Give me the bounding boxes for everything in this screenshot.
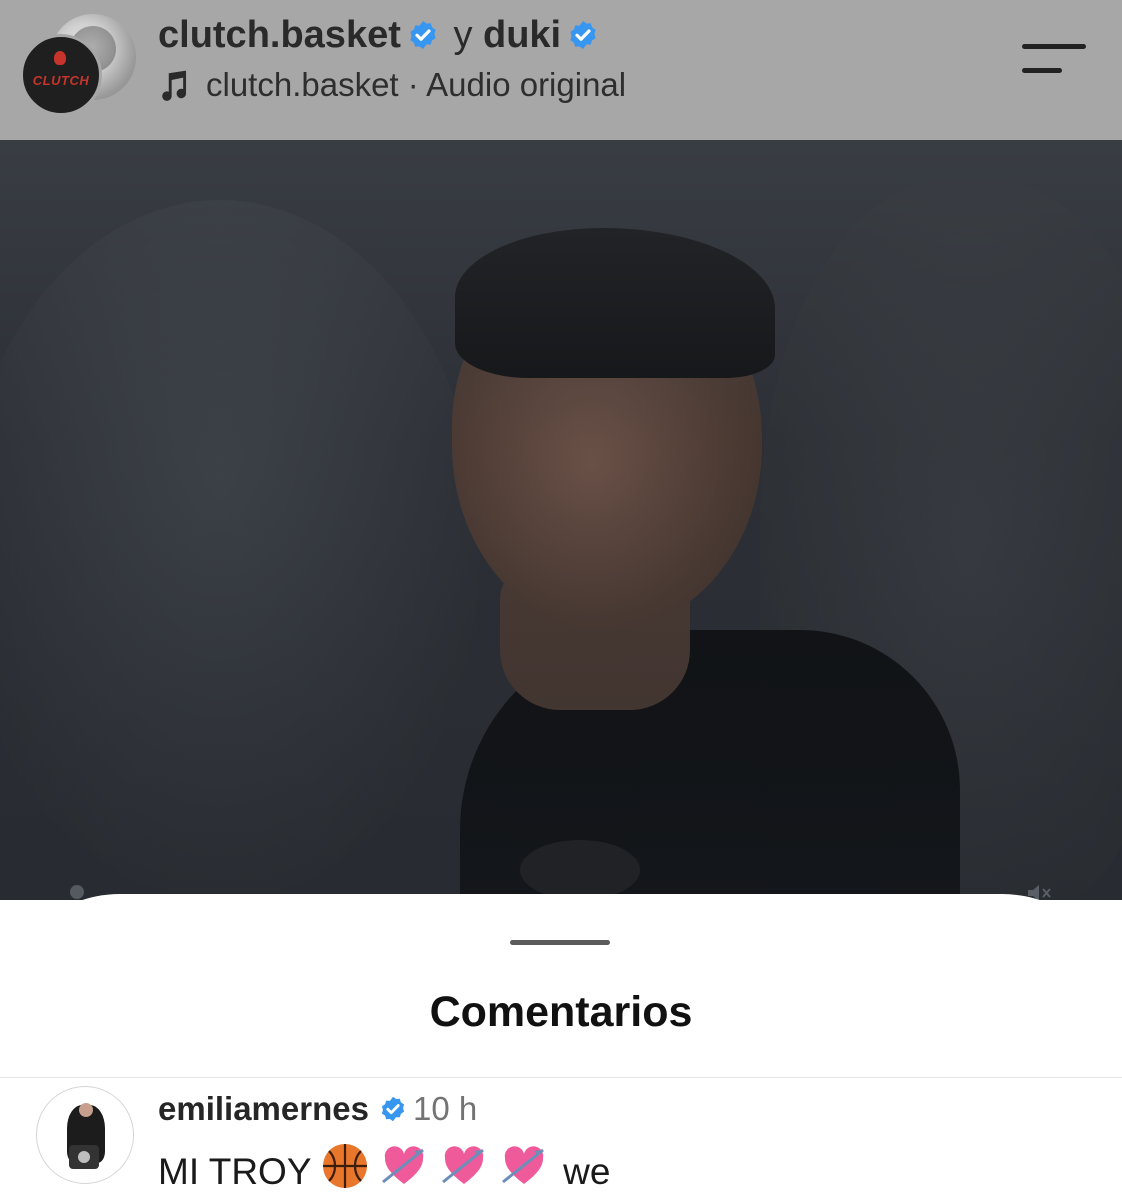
audio-dot: · <box>407 66 419 103</box>
basketball-icon <box>323 1144 368 1188</box>
heart-with-arrow-icon <box>382 1146 425 1184</box>
comment-text-suffix: we <box>563 1151 611 1192</box>
audio-account: clutch.basket <box>206 66 399 103</box>
video-indicator <box>70 885 84 899</box>
comment-text-prefix: MI TROY <box>158 1151 311 1192</box>
commenter-avatar[interactable] <box>36 1086 134 1184</box>
audio-label: Audio original <box>426 66 627 103</box>
audio-info[interactable]: clutch.basket · Audio original <box>158 66 626 104</box>
divider <box>0 1077 1122 1078</box>
comments-sheet: Comentarios emiliamernes 10 h MI TROY we <box>0 894 1122 1200</box>
heart-with-arrow-icon <box>502 1146 545 1184</box>
comment-header: emiliamernes 10 h <box>158 1090 477 1128</box>
flame-logo-icon <box>54 51 66 65</box>
author-username-2[interactable]: duki <box>483 14 561 56</box>
collab-title: clutch.basket y duki <box>158 14 603 57</box>
clutch-basket-avatar[interactable]: CLUTCH <box>20 34 102 116</box>
video-shading <box>0 140 1122 900</box>
comments-title: Comentarios <box>429 988 693 1036</box>
comment-text: MI TROY we <box>158 1142 610 1193</box>
music-note-icon <box>162 70 187 101</box>
collab-avatars[interactable]: CLUTCH <box>20 14 136 116</box>
verified-badge-icon <box>381 1096 405 1122</box>
comment-time: 10 h <box>412 1090 478 1127</box>
reel-video[interactable] <box>0 140 1122 900</box>
commenter-username[interactable]: emiliamernes <box>158 1090 369 1127</box>
verified-badge-icon <box>570 21 596 49</box>
author-username-1[interactable]: clutch.basket <box>158 14 401 56</box>
heart-with-arrow-icon <box>442 1146 485 1184</box>
collab-separator: y <box>453 14 473 56</box>
sheet-grabber[interactable] <box>510 940 610 945</box>
reel-header: CLUTCH clutch.basket y duki clutch.baske… <box>0 0 1122 140</box>
menu-icon[interactable] <box>1022 38 1086 86</box>
clutch-logo-text: CLUTCH <box>32 72 90 88</box>
verified-badge-icon <box>410 21 436 49</box>
